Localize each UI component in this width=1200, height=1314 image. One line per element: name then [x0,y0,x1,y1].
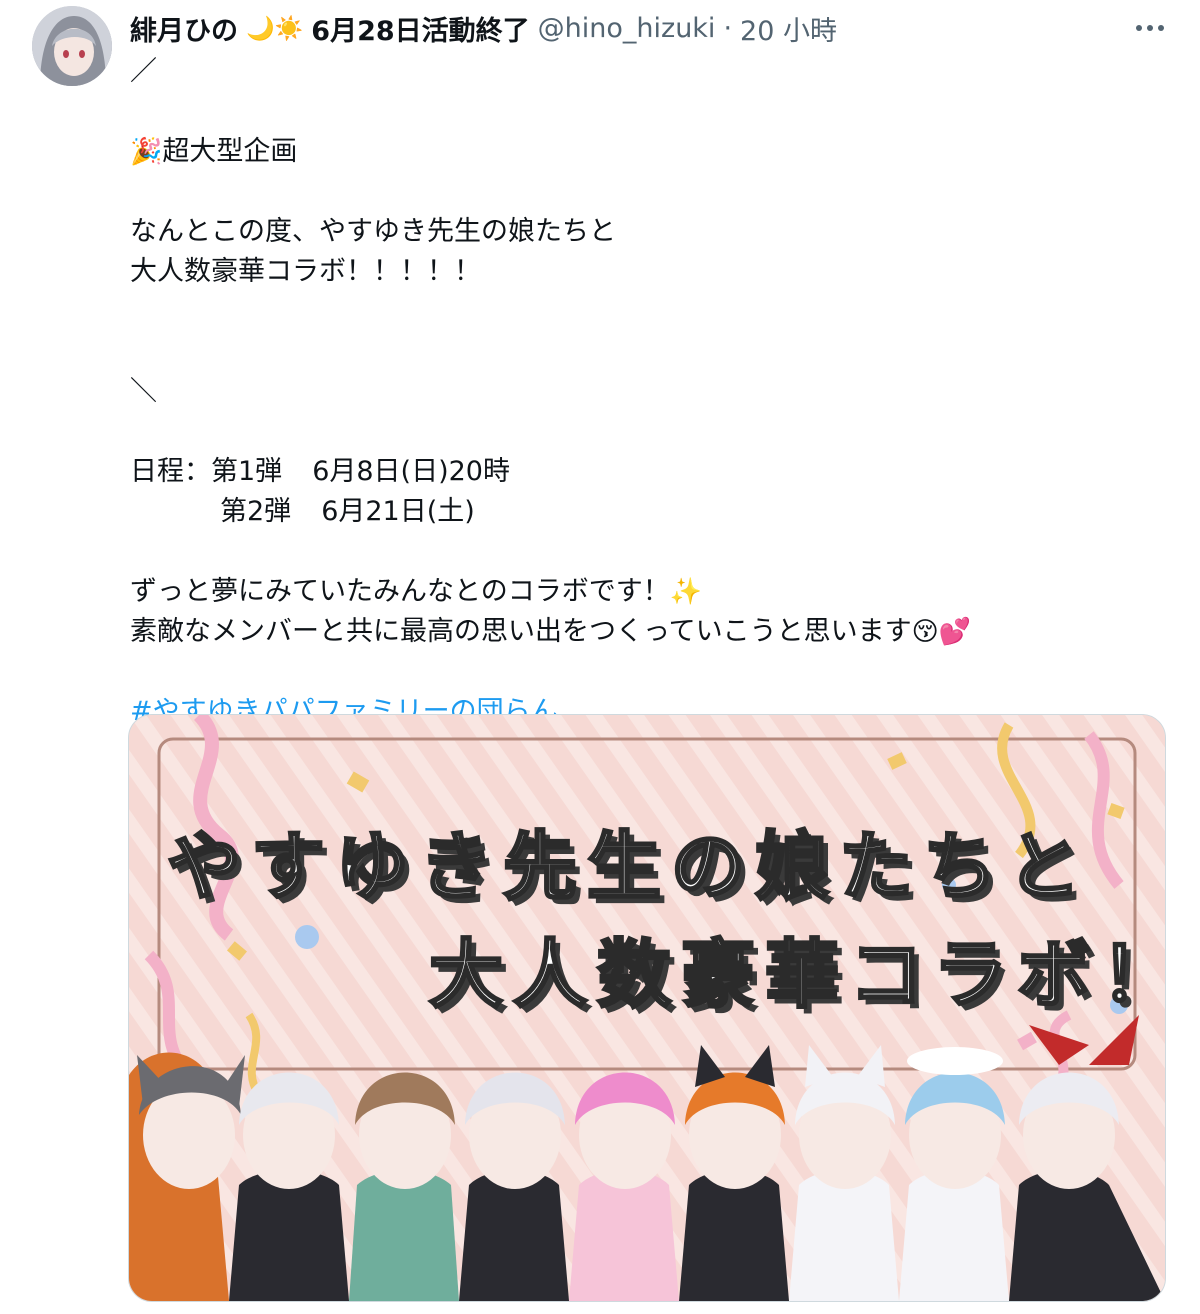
round-1-date: 6月8日(日)20時 [312,456,510,487]
members-text: 素敵なメンバーと共に最高の思い出をつくっていこうと思います [130,616,912,647]
timestamp[interactable]: 20 小時 [740,9,837,48]
tweet: 緋月ひの 🌙☀️ 6月28日活動終了 @hino_hizuki · 20 小時 … [0,0,1200,1314]
headline: 超大型企画 [162,136,298,167]
tweet-media-image[interactable]: やすゆき先生の娘たちと 大人数豪華コラボ！ [128,714,1166,1302]
dream-text: ずっと夢にみていたみんなとのコラボです！ [130,576,670,607]
tweet-header: 緋月ひの 🌙☀️ 6月28日活動終了 @hino_hizuki · 20 小時 [130,8,1120,48]
intro-line-1: なんとこの度、やすゆき先生の娘たちと [130,216,616,247]
schedule-round-2: 第2弾 6月21日(土) [130,492,1170,532]
party-popper-emoji: 🎉 [130,137,163,167]
avatar[interactable] [32,6,112,86]
kiss-hearts-emoji: 😚💕 [911,617,972,647]
round-1-label: 第1弾 [211,456,283,487]
header-separator: · [723,12,733,44]
more-horizontal-icon [1136,25,1164,31]
more-options-button[interactable] [1128,10,1172,46]
name-emoji: 🌙☀️ [246,15,304,42]
banner-title-line-1: やすゆき先生の娘たちと [166,823,1091,912]
user-handle[interactable]: @hino_hizuki [538,13,716,44]
members-line: 素敵なメンバーと共に最高の思い出をつくっていこうと思います😚💕 [130,612,1170,652]
schedule-label: 日程： [130,456,211,487]
open-slash: ／ [130,56,157,87]
intro-line-2: 大人数豪華コラボ！！！！！ [130,256,481,287]
name-suffix[interactable]: 6月28日活動終了 [311,9,529,48]
sparkles-emoji: ✨ [669,577,703,607]
avatar-image [32,6,112,86]
display-name[interactable]: 緋月ひの [130,9,238,48]
round-2-date: 6月21日(土) [321,496,475,527]
schedule-round-1: 日程：第1弾 6月8日(日)20時 [130,452,1170,492]
banner-title-line-2: 大人数豪華コラボ！ [428,931,1166,1020]
headline-line: 🎉超大型企画 [130,132,1170,172]
close-slash: ＼ [130,376,157,407]
round-2-label: 第2弾 [220,496,292,527]
dream-line: ずっと夢にみていたみんなとのコラボです！✨ [130,572,1170,612]
tweet-text: ／ 🎉超大型企画 なんとこの度、やすゆき先生の娘たちと 大人数豪華コラボ！！！！… [130,52,1170,732]
